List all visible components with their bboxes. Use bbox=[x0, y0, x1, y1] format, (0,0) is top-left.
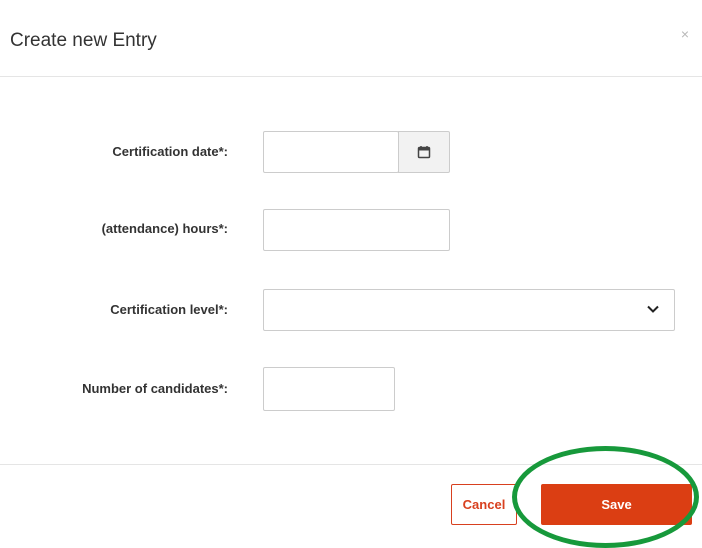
certification-date-label: Certification date*: bbox=[112, 144, 228, 159]
certification-date-input[interactable] bbox=[264, 132, 398, 172]
certification-date-field[interactable] bbox=[263, 131, 450, 173]
cancel-button[interactable]: Cancel bbox=[451, 484, 517, 525]
close-button[interactable]: × bbox=[676, 25, 694, 43]
attendance-hours-label: (attendance) hours*: bbox=[101, 221, 228, 236]
number-of-candidates-label: Number of candidates*: bbox=[82, 381, 228, 396]
modal-title: Create new Entry bbox=[10, 30, 157, 51]
footer-divider bbox=[0, 464, 702, 465]
certification-level-select[interactable] bbox=[263, 289, 675, 331]
save-button[interactable]: Save bbox=[541, 484, 692, 525]
calendar-icon bbox=[417, 146, 431, 159]
calendar-button[interactable] bbox=[398, 131, 450, 173]
certification-level-label: Certification level*: bbox=[110, 302, 228, 317]
number-of-candidates-input[interactable] bbox=[264, 368, 394, 410]
number-of-candidates-field[interactable] bbox=[263, 367, 395, 411]
chevron-down-icon bbox=[647, 305, 659, 313]
modal-header: Create new Entry × bbox=[0, 0, 702, 77]
attendance-hours-field[interactable] bbox=[263, 209, 450, 251]
attendance-hours-input[interactable] bbox=[264, 210, 449, 250]
create-entry-modal: Create new Entry × Certification date*: … bbox=[0, 0, 702, 548]
